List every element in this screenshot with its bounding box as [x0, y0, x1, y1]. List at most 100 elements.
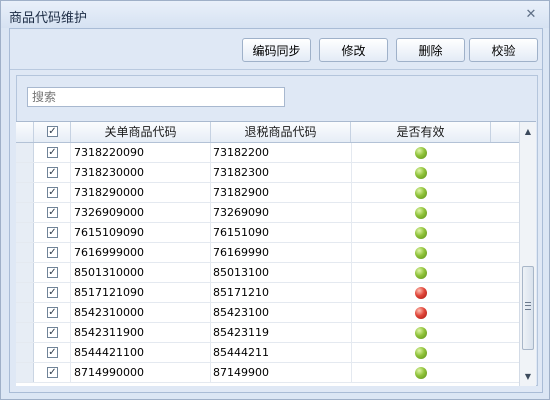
- table-row[interactable]: ✓ 7616999000 76169990: [16, 243, 519, 263]
- rebate-code: 73182900: [213, 186, 269, 199]
- row-checkbox[interactable]: ✓: [47, 327, 58, 338]
- table-row[interactable]: ✓ 8544421100 85444211: [16, 343, 519, 363]
- table-row[interactable]: ✓ 8501310000 85013100: [16, 263, 519, 283]
- header-valid[interactable]: 是否有效: [351, 122, 491, 142]
- row-indicator: [16, 163, 34, 182]
- row-check-cell[interactable]: ✓: [34, 263, 71, 282]
- title-bar: 商品代码维护 ✕: [1, 1, 549, 28]
- scroll-thumb[interactable]: [522, 266, 534, 350]
- customs-code: 7318230000: [74, 166, 144, 179]
- valid-cell: [351, 203, 491, 222]
- row-checkbox[interactable]: ✓: [47, 147, 58, 158]
- valid-cell: [351, 263, 491, 282]
- row-check-cell[interactable]: ✓: [34, 183, 71, 202]
- valid-cell: [351, 323, 491, 342]
- customs-code: 8714990000: [74, 366, 144, 379]
- row-indicator: [16, 343, 34, 362]
- row-checkbox[interactable]: ✓: [47, 287, 58, 298]
- row-checkbox[interactable]: ✓: [47, 247, 58, 258]
- row-indicator: [16, 223, 34, 242]
- valid-cell: [351, 183, 491, 202]
- valid-cell: [351, 243, 491, 262]
- select-all-cell[interactable]: ✓: [34, 122, 71, 142]
- scroll-down-icon[interactable]: ▼: [523, 372, 533, 382]
- row-checkbox[interactable]: ✓: [47, 267, 58, 278]
- row-check-cell[interactable]: ✓: [34, 283, 71, 302]
- valid-cell: [351, 303, 491, 322]
- rebate-code: 76151090: [213, 226, 269, 239]
- row-check-cell[interactable]: ✓: [34, 343, 71, 362]
- row-checkbox[interactable]: ✓: [47, 307, 58, 318]
- table-row[interactable]: ✓ 7318230000 73182300: [16, 163, 519, 183]
- row-checkbox[interactable]: ✓: [47, 367, 58, 378]
- row-indicator: [16, 143, 34, 162]
- valid-status-icon: [415, 167, 427, 179]
- row-checkbox[interactable]: ✓: [47, 187, 58, 198]
- row-check-cell[interactable]: ✓: [34, 223, 71, 242]
- vertical-scrollbar[interactable]: ▲ ▼: [519, 122, 536, 386]
- table-row[interactable]: ✓ 8517121090 85171210: [16, 283, 519, 303]
- rebate-code: 85171210: [213, 286, 269, 299]
- table-row[interactable]: ✓ 7318220090 73182200: [16, 143, 519, 163]
- valid-cell: [351, 163, 491, 182]
- content-area: 编码同步 修改 删除 校验 ✓ 关单商品代码 退税商品代码 是否有效 ✓ 7318…: [9, 28, 543, 393]
- toolbar-divider: [10, 69, 542, 70]
- row-check-cell[interactable]: ✓: [34, 143, 71, 162]
- row-indicator: [16, 263, 34, 282]
- customs-code: 8542311900: [74, 326, 144, 339]
- valid-status-icon: [415, 247, 427, 259]
- invalid-status-icon: [415, 307, 427, 319]
- valid-status-icon: [415, 367, 427, 379]
- edit-button[interactable]: 修改: [319, 38, 388, 62]
- row-checkbox[interactable]: ✓: [47, 347, 58, 358]
- scroll-up-icon[interactable]: ▲: [523, 127, 533, 137]
- customs-code: 8542310000: [74, 306, 144, 319]
- table-row[interactable]: ✓ 8542311900 85423119: [16, 323, 519, 343]
- row-indicator: [16, 183, 34, 202]
- rebate-code: 87149900: [213, 366, 269, 379]
- table-row[interactable]: ✓ 8542310000 85423100: [16, 303, 519, 323]
- customs-code: 7326909000: [74, 206, 144, 219]
- rebate-code: 85423100: [213, 306, 269, 319]
- table-row[interactable]: ✓ 7318290000 73182900: [16, 183, 519, 203]
- grip-icon: [525, 302, 531, 310]
- table-row[interactable]: ✓ 7615109090 76151090: [16, 223, 519, 243]
- header-rebate-code[interactable]: 退税商品代码: [211, 122, 351, 142]
- product-code-window: 商品代码维护 ✕ 编码同步 修改 删除 校验 ✓ 关单商品代码 退税商品代码 是…: [0, 0, 550, 400]
- close-icon[interactable]: ✕: [523, 7, 539, 23]
- valid-status-icon: [415, 267, 427, 279]
- customs-code: 8517121090: [74, 286, 144, 299]
- row-checkbox[interactable]: ✓: [47, 167, 58, 178]
- delete-button[interactable]: 删除: [396, 38, 465, 62]
- search-input[interactable]: [27, 87, 285, 107]
- valid-status-icon: [415, 347, 427, 359]
- row-check-cell[interactable]: ✓: [34, 323, 71, 342]
- table-header: ✓ 关单商品代码 退税商品代码 是否有效: [16, 122, 519, 143]
- row-check-cell[interactable]: ✓: [34, 303, 71, 322]
- row-check-cell[interactable]: ✓: [34, 203, 71, 222]
- verify-button[interactable]: 校验: [469, 38, 538, 62]
- valid-cell: [351, 283, 491, 302]
- row-indicator: [16, 283, 34, 302]
- table-row[interactable]: ✓ 8714990000 87149900: [16, 363, 519, 383]
- row-checkbox[interactable]: ✓: [47, 227, 58, 238]
- row-check-cell[interactable]: ✓: [34, 163, 71, 182]
- rebate-code: 85013100: [213, 266, 269, 279]
- row-check-cell[interactable]: ✓: [34, 363, 71, 382]
- invalid-status-icon: [415, 287, 427, 299]
- row-checkbox[interactable]: ✓: [47, 207, 58, 218]
- row-indicator: [16, 363, 34, 382]
- valid-cell: [351, 223, 491, 242]
- row-check-cell[interactable]: ✓: [34, 243, 71, 262]
- rebate-code: 85444211: [213, 346, 269, 359]
- rebate-code: 76169990: [213, 246, 269, 259]
- customs-code: 7318290000: [74, 186, 144, 199]
- rebate-code: 73182300: [213, 166, 269, 179]
- select-all-checkbox[interactable]: ✓: [47, 126, 58, 137]
- row-indicator: [16, 243, 34, 262]
- code-sync-button[interactable]: 编码同步: [242, 38, 311, 62]
- table-row[interactable]: ✓ 7326909000 73269090: [16, 203, 519, 223]
- list-panel: ✓ 关单商品代码 退税商品代码 是否有效 ✓ 7318220090 73182200…: [16, 75, 538, 386]
- header-customs-code[interactable]: 关单商品代码: [71, 122, 211, 142]
- code-table: ✓ 关单商品代码 退税商品代码 是否有效 ✓ 7318220090 73182200…: [16, 121, 536, 386]
